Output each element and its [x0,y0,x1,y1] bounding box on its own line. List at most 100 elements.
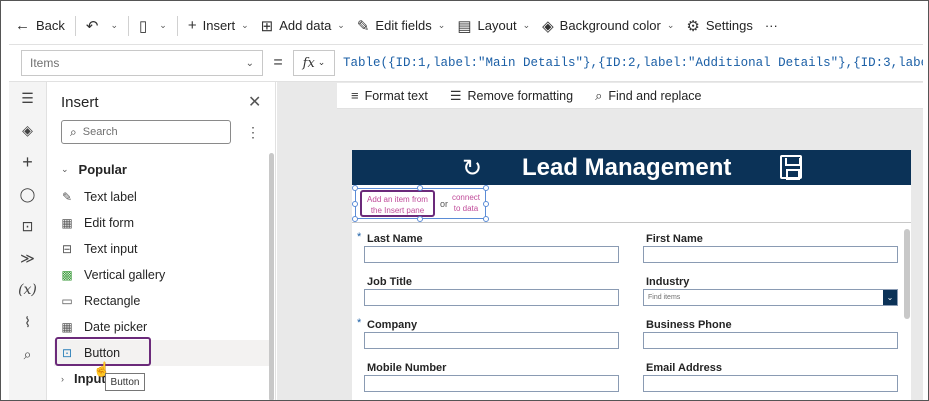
property-dropdown[interactable]: Items ⌄ [21,50,263,76]
insert-label: Insert [202,18,236,33]
format-text-label: Format text [364,88,428,103]
item-label: Text input [84,242,138,256]
mobile-number-input[interactable] [364,375,619,392]
selection-handle[interactable] [417,185,423,191]
divider [74,15,76,36]
paint-bucket-icon: ◈ [542,17,554,35]
arrow-left-icon: ← [15,17,30,34]
placeholder-connect-link[interactable]: connect to data [449,192,483,214]
last-name-input[interactable] [364,246,619,263]
header-title: Lead Management [522,154,732,181]
mobile-number-label: Mobile Number [367,362,447,374]
search-input[interactable]: ⌕ Search [61,120,231,144]
pencil-icon: ✎ [356,17,370,35]
gallery-icon: ▩ [61,268,73,282]
chevron-down-icon: ⌄ [110,20,119,30]
find-replace-label: Find and replace [608,88,702,103]
layers-icon[interactable]: ◈ [9,114,46,146]
undo-icon: ↶ [85,17,99,35]
edit-form: * Last Name First Name Job Title Industr… [352,222,911,400]
format-text-icon: ≡ [351,88,359,103]
menu-icon[interactable]: ☰ [9,82,46,114]
formula-bar: Items ⌄ = fx ⌄ Table({ID:1,label:"Main Det… [9,45,923,82]
remove-formatting-icon: ☰ [449,87,462,103]
category-popular[interactable]: ⌄ Popular [61,162,127,177]
background-color-label: Background color [559,18,661,33]
back-button[interactable]: ← Back [9,13,71,39]
more-button[interactable]: ··· [759,13,784,39]
gear-icon: ⚙ [686,17,700,35]
more-icon: ··· [764,18,778,33]
job-title-input[interactable] [364,289,619,306]
background-color-button[interactable]: ◈ Background color ⌄ [536,13,680,39]
media-icon[interactable]: ⊡ [9,210,46,242]
company-input[interactable] [364,332,619,349]
selection-handle[interactable] [483,201,489,207]
layout-button[interactable]: ▤ Layout ⌄ [451,13,536,39]
more-options-icon[interactable]: ⋮ [246,124,260,141]
settings-button[interactable]: ⚙ Settings [680,13,758,39]
first-name-input[interactable] [643,246,898,263]
search-icon[interactable]: ⌕ [9,338,46,370]
plus-icon: + [187,17,197,34]
fx-button[interactable]: fx ⌄ [293,50,335,76]
last-name-label: Last Name [367,233,423,245]
add-data-button[interactable]: ⊞ Add data ⌄ [255,13,351,39]
industry-dropdown[interactable]: Find items ⌄ [643,289,898,306]
divider [128,15,130,36]
insert-icon[interactable]: + [9,146,46,178]
email-address-input[interactable] [643,375,898,392]
remove-formatting-button[interactable]: ☰ Remove formatting [450,88,573,104]
variables-icon[interactable]: (x) [9,274,46,306]
first-name-label: First Name [646,233,703,245]
panel-scrollbar[interactable] [269,153,274,400]
paste-button[interactable]: ▯ ⌄ [133,13,173,39]
remove-formatting-label: Remove formatting [467,88,574,103]
layout-icon: ▤ [457,17,472,35]
insert-item-text-input[interactable]: ⊟ Text input [54,236,270,262]
command-bar: ← Back ↶ ⌄ ▯ ⌄ + Insert ⌄ ⊞ Add data ⌄ ✎ Edit fi… [9,7,923,45]
chevron-down-icon: ⌄ [159,20,167,30]
tooltip: Button [105,373,145,391]
edit-fields-label: Edit fields [375,18,432,33]
formula-input[interactable]: Table({ID:1,label:"Main Details"},{ID:2,… [343,56,923,70]
app-screen: ↻ Lead Management Add an item from the I… [352,150,911,400]
close-icon[interactable]: ✕ [248,92,261,112]
undo-button[interactable]: ↶ ⌄ [80,13,124,39]
item-label: Rectangle [84,294,141,308]
insert-button[interactable]: + Insert ⌄ [182,13,255,39]
format-text-button[interactable]: ≡ Format text [351,88,428,103]
chevron-down-icon[interactable]: ⌄ [883,290,897,305]
search-placeholder: Search [82,126,118,138]
edit-fields-button[interactable]: ✎ Edit fields ⌄ [351,13,452,39]
power-automate-icon[interactable]: ≫ [9,242,46,274]
calendar-icon: ▦ [61,320,73,334]
search-icon: ⌕ [595,87,603,103]
settings-label: Settings [705,18,753,33]
industry-placeholder: Find items [648,294,681,301]
add-data-label: Add data [279,18,332,33]
save-icon[interactable] [780,155,802,180]
find-replace-button[interactable]: ⌕ Find and replace [595,88,701,104]
selection-handle[interactable] [352,201,358,207]
insert-item-rectangle[interactable]: ▭ Rectangle [54,288,270,314]
chevron-down-icon: ⌄ [241,20,249,30]
tools-icon[interactable]: ⌇ [9,306,46,338]
form-scrollbar[interactable] [904,229,910,319]
data-icon[interactable]: ◯ [9,178,46,210]
text-label-icon: ✎ [61,190,73,204]
refresh-icon[interactable]: ↻ [462,154,482,183]
required-marker: * [357,231,362,243]
layout-label: Layout [477,18,517,33]
selection-handle[interactable] [352,185,358,191]
insert-item-vertical-gallery[interactable]: ▩ Vertical gallery [54,262,270,288]
database-icon: ⊞ [260,17,274,35]
selection-handle[interactable] [483,185,489,191]
search-icon: ⌕ [70,124,77,139]
business-phone-input[interactable] [643,332,898,349]
insert-item-text-label[interactable]: ✎ Text label [54,184,270,210]
category-label: Popular [78,162,127,177]
insert-item-edit-form[interactable]: ▦ Edit form [54,210,270,236]
property-value: Items [30,56,60,70]
gallery-placeholder[interactable]: Add an item from the Insert pane or conn… [355,188,486,219]
